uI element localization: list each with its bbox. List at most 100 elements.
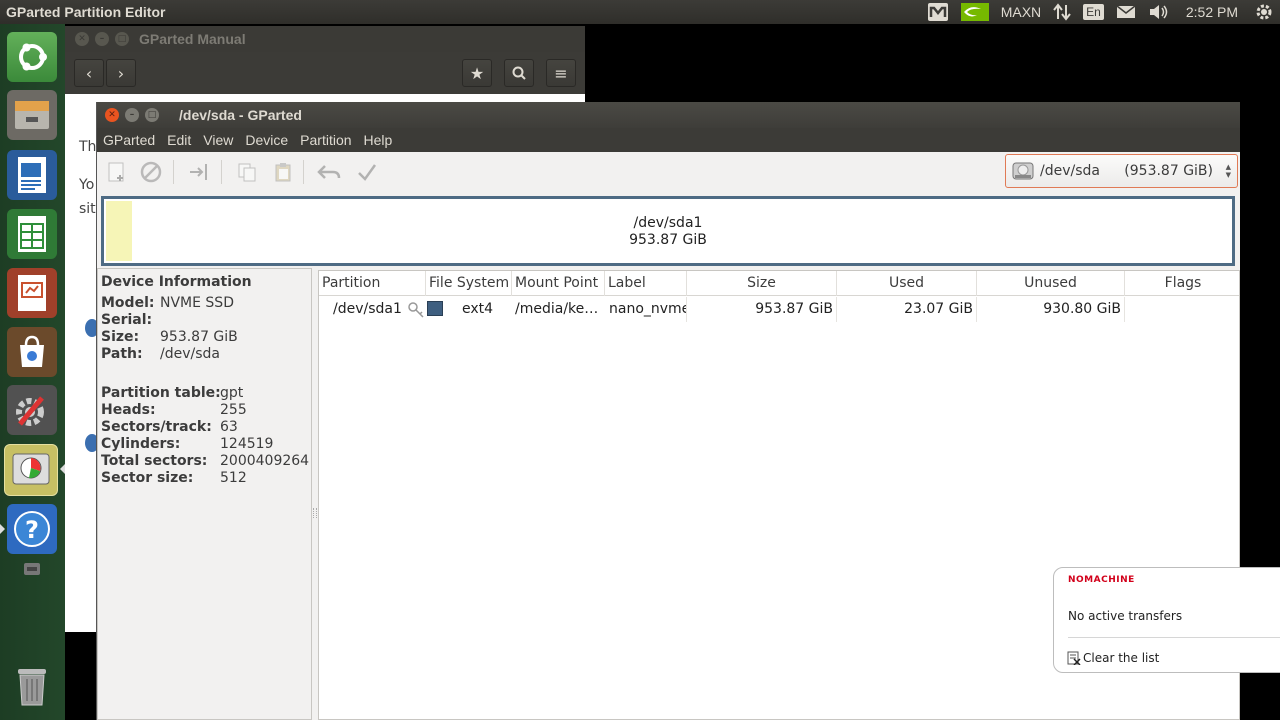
updown-arrows-icon: ▲ ▼ [1225, 163, 1231, 179]
partition-list-header: Partition File System Mount Point Label … [319, 271, 1239, 296]
mail-icon[interactable] [1110, 0, 1142, 24]
harddisk-icon [1012, 162, 1034, 180]
column-header-unused[interactable]: Unused [977, 271, 1125, 296]
device-selector[interactable]: /dev/sda (953.87 GiB) ▲ ▼ [1005, 154, 1238, 188]
search-button[interactable] [504, 59, 534, 87]
disk-graphic[interactable]: /dev/sda1 953.87 GiB [101, 196, 1235, 266]
column-header-used[interactable]: Used [837, 271, 977, 296]
device-info-heading: Device Information [101, 274, 252, 290]
network-updown-icon[interactable] [1047, 0, 1077, 24]
column-header-size[interactable]: Size [687, 271, 837, 296]
device-selector-name: /dev/sda [1040, 163, 1100, 179]
menu-device[interactable]: Device [239, 132, 294, 148]
column-header-mount-point[interactable]: Mount Point [512, 271, 605, 296]
cell-used: 23.07 GiB [904, 301, 973, 317]
menu-help[interactable]: Help [358, 132, 399, 148]
info-row-size: Size: 953.87 GiB [101, 329, 238, 346]
manual-text-fragment-3: sit [79, 201, 96, 217]
column-header-flags[interactable]: Flags [1125, 271, 1241, 296]
info-value: 124519 [220, 436, 274, 452]
transfer-status: No active transfers [1068, 609, 1183, 623]
bookmark-button[interactable]: ★ [462, 59, 492, 87]
gparted-close-button[interactable]: ✕ [105, 108, 119, 122]
cell-mount-point: /media/ke… [515, 301, 599, 317]
menu-partition[interactable]: Partition [294, 132, 357, 148]
mount-key-icon [407, 297, 425, 322]
column-header-partition[interactable]: Partition [319, 271, 426, 296]
gparted-menubar: GParted Edit View Device Partition Help [97, 128, 1240, 152]
manual-text-fragment-2: Yo [79, 177, 95, 193]
gparted-maximize-button[interactable]: □ [145, 108, 159, 122]
manual-maximize-button[interactable]: □ [115, 32, 129, 46]
splitter-grip [313, 508, 317, 518]
info-label: Model: [101, 295, 155, 311]
info-row-sector-size: Sector size: 512 [101, 470, 247, 487]
info-row-partition-table: Partition table: gpt [101, 385, 243, 402]
clear-list-button[interactable]: Clear the list [1067, 651, 1159, 665]
star-icon: ★ [469, 63, 485, 83]
undo-icon[interactable] [317, 160, 341, 184]
column-header-label[interactable]: Label [605, 271, 687, 296]
cell-flags [1125, 297, 1237, 322]
hamburger-icon: ≡ [554, 63, 568, 83]
paste-icon[interactable] [271, 160, 295, 184]
info-row-serial: Serial: [101, 312, 152, 329]
system-settings-icon[interactable] [7, 385, 57, 435]
nomachine-transfers-popup: NOMACHINE No active transfers Clear the … [1053, 567, 1280, 673]
info-row-cylinders: Cylinders: 124519 [101, 436, 273, 453]
trash-icon[interactable] [7, 662, 57, 712]
back-button[interactable]: ‹ [74, 59, 104, 87]
system-monitor-icon[interactable] [921, 0, 955, 24]
impress-icon[interactable] [7, 268, 57, 318]
table-row[interactable]: /dev/sda1 ext4 /media/ke… nano_nvme 953.… [319, 297, 1239, 322]
menu-gparted[interactable]: GParted [97, 132, 161, 148]
help-icon[interactable]: ? [7, 504, 57, 554]
info-row-sectors-track: Sectors/track: 63 [101, 419, 238, 436]
menu-edit[interactable]: Edit [161, 132, 197, 148]
used-space-strip [106, 201, 132, 261]
files-icon[interactable] [7, 90, 57, 140]
gparted-titlebar: ✕ – □ /dev/sda - GParted [97, 102, 1240, 128]
power-mode-label[interactable]: MAXN [995, 0, 1047, 24]
info-row-path: Path: /dev/sda [101, 346, 220, 363]
info-label: Partition table: [101, 385, 221, 401]
menu-button[interactable]: ≡ [546, 59, 576, 87]
info-value: 63 [220, 419, 238, 435]
delete-partition-icon[interactable] [139, 160, 163, 184]
clock[interactable]: 2:52 PM [1176, 0, 1248, 24]
gear-icon[interactable] [1248, 0, 1280, 24]
gparted-minimize-button[interactable]: – [125, 108, 139, 122]
gparted-icon[interactable] [4, 444, 58, 496]
launcher: ? [0, 24, 65, 720]
chevron-right-icon: › [117, 63, 125, 83]
keyboard-layout-indicator[interactable]: En [1077, 0, 1110, 24]
manual-titlebar: ✕ – □ GParted Manual [65, 26, 585, 52]
volume-icon[interactable] [1142, 0, 1176, 24]
calc-icon[interactable] [7, 209, 57, 259]
manual-minimize-button[interactable]: – [95, 32, 109, 46]
forward-button[interactable]: › [106, 59, 136, 87]
copy-icon[interactable] [235, 160, 259, 184]
info-value: gpt [220, 385, 244, 401]
writer-icon[interactable] [7, 150, 57, 200]
filesystem-color-swatch [427, 297, 443, 322]
resize-move-icon[interactable] [187, 160, 211, 184]
disk-graphic-size: 953.87 GiB [629, 232, 707, 248]
info-label: Path: [101, 346, 143, 362]
manual-close-button[interactable]: ✕ [75, 32, 89, 46]
drive-icon[interactable] [21, 558, 43, 580]
ubuntu-dash-icon[interactable] [7, 32, 57, 82]
software-center-icon[interactable] [7, 327, 57, 377]
new-partition-icon[interactable] [105, 160, 129, 184]
cell-size: 953.87 GiB [755, 301, 833, 317]
info-label: Sectors/track: [101, 419, 212, 435]
info-label: Size: [101, 329, 140, 345]
apply-icon[interactable] [355, 160, 379, 184]
cell-divider [836, 297, 837, 322]
column-header-filesystem[interactable]: File System [426, 271, 512, 296]
toolbar-separator [303, 160, 304, 184]
nvidia-icon[interactable] [955, 0, 995, 24]
menu-view[interactable]: View [197, 132, 239, 148]
info-row-total-sectors: Total sectors: 2000409264 [101, 453, 309, 470]
search-icon [512, 66, 526, 80]
